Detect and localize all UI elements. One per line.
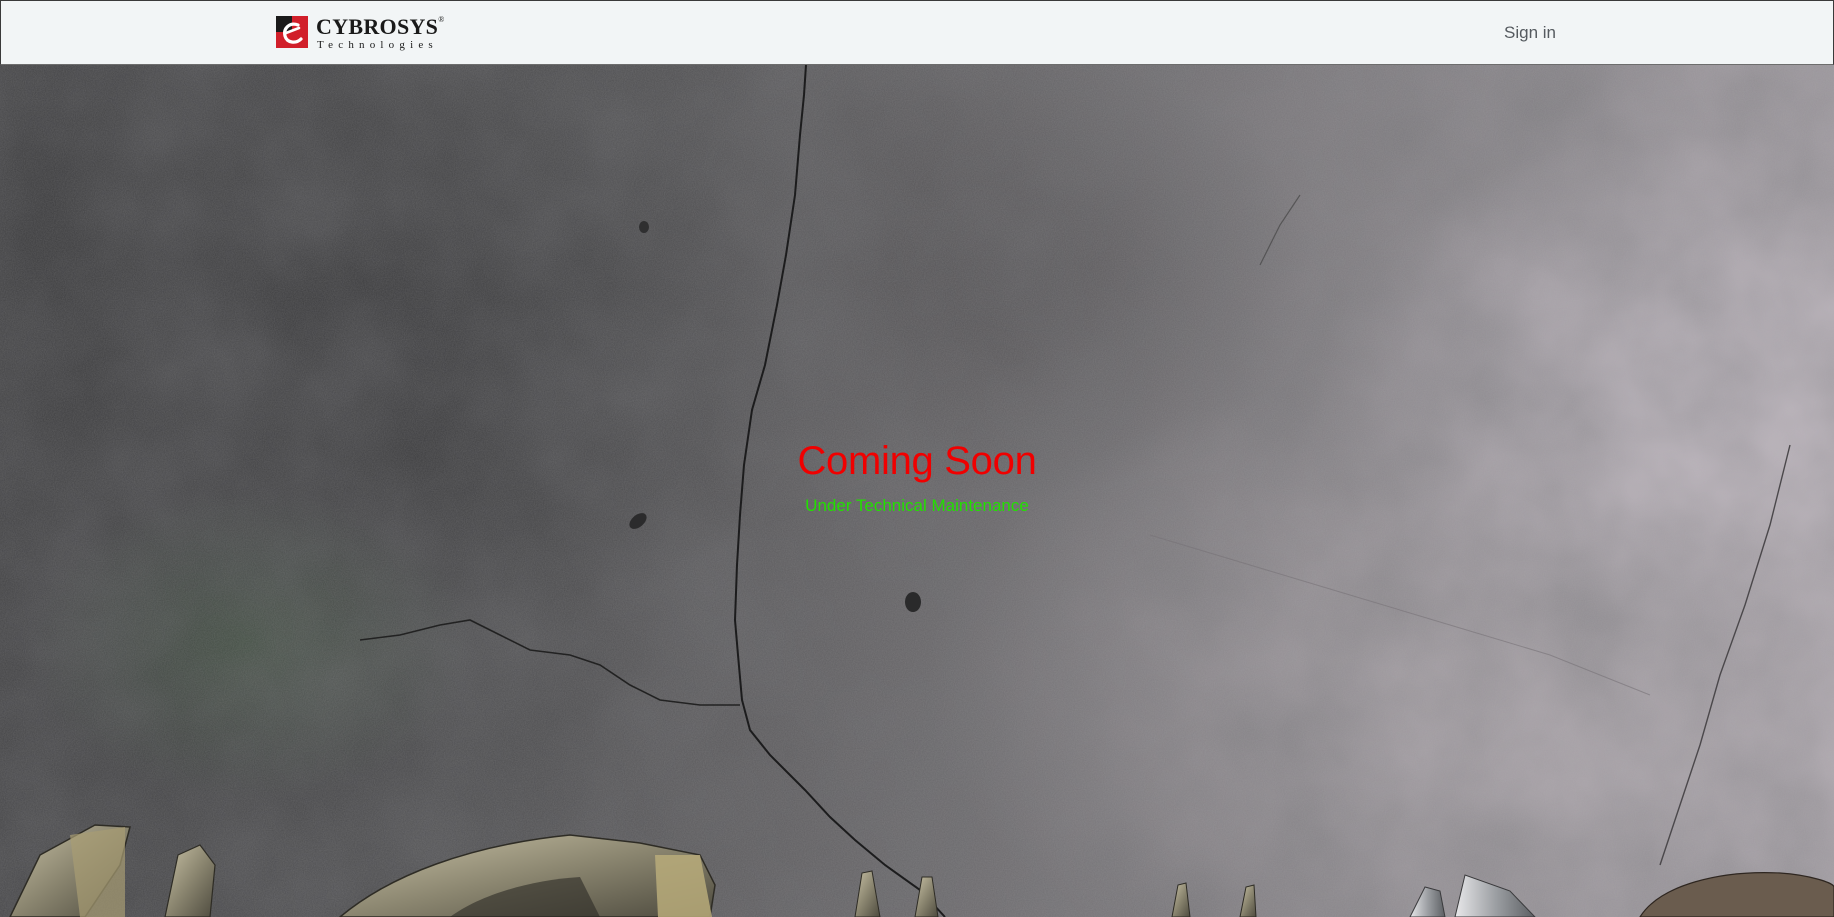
concrete-background-image — [0, 65, 1834, 917]
brand-name: CYBROSYS® — [316, 14, 445, 39]
brand-logo-icon — [276, 16, 308, 48]
hero-subtitle: Under Technical Maintenance — [805, 496, 1029, 515]
brand-tagline: Technologies — [317, 39, 438, 51]
top-navbar: CYBROSYS® Technologies Sign in — [0, 0, 1834, 65]
registered-mark: ® — [438, 14, 445, 24]
sign-in-link[interactable]: Sign in — [1504, 23, 1556, 43]
brand-text: CYBROSYS® Technologies — [316, 14, 445, 51]
page: CYBROSYS® Technologies Sign in Coming So… — [0, 0, 1834, 917]
brand-logo-link[interactable]: CYBROSYS® Technologies — [276, 14, 445, 52]
hero-section: Coming Soon Under Technical Maintenance — [0, 65, 1834, 917]
hero-title: Coming Soon — [797, 439, 1037, 483]
